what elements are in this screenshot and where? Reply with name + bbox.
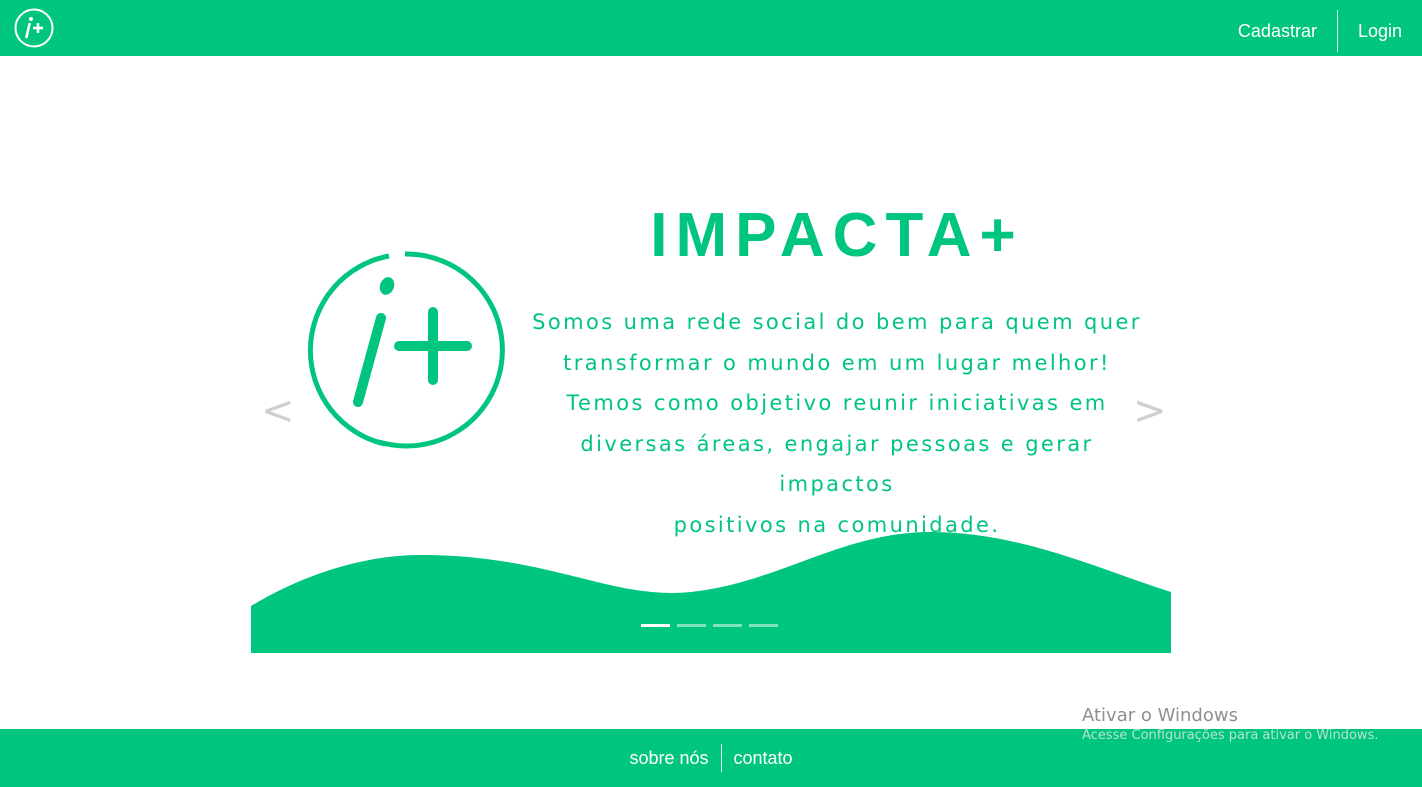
top-nav: Cadastrar Login — [1218, 10, 1422, 52]
i-plus-logo-icon — [307, 251, 505, 449]
contact-link[interactable]: contato — [722, 748, 805, 769]
register-link[interactable]: Cadastrar — [1218, 21, 1337, 42]
windows-activation-watermark: Ativar o Windows Acesse Configurações pa… — [1082, 705, 1378, 743]
carousel-indicators — [641, 624, 778, 627]
carousel-next-button[interactable]: > — [1133, 388, 1167, 434]
hero-carousel: IMPACTA+ Somos uma rede social do bem pa… — [251, 170, 1171, 653]
carousel-prev-button[interactable]: < — [261, 388, 295, 434]
slide-text-line: Somos uma rede social do bem para quem q… — [532, 310, 1142, 334]
watermark-subtitle: Acesse Configurações para ativar o Windo… — [1082, 728, 1379, 743]
slide-description: Somos uma rede social do bem para quem q… — [527, 302, 1147, 545]
wave-decoration — [251, 532, 1171, 653]
top-navbar: Cadastrar Login — [0, 0, 1422, 56]
slide-text-line: transformar o mundo em um lugar melhor! — [563, 350, 1111, 375]
carousel-indicator[interactable] — [749, 624, 778, 627]
slide-text-line: diversas áreas, engajar pessoas e gerar … — [580, 431, 1094, 497]
about-us-link[interactable]: sobre nós — [617, 748, 720, 769]
slide-text-line: Temos como objetivo reunir iniciativas e… — [566, 391, 1108, 415]
watermark-title: Ativar o Windows — [1082, 705, 1238, 726]
carousel-indicator[interactable] — [713, 624, 742, 627]
carousel-indicator[interactable] — [641, 624, 670, 627]
login-link[interactable]: Login — [1338, 21, 1422, 42]
slide-title: IMPACTA+ — [650, 201, 1024, 270]
carousel-indicator[interactable] — [677, 624, 706, 627]
i-plus-logo-icon[interactable] — [14, 8, 54, 48]
